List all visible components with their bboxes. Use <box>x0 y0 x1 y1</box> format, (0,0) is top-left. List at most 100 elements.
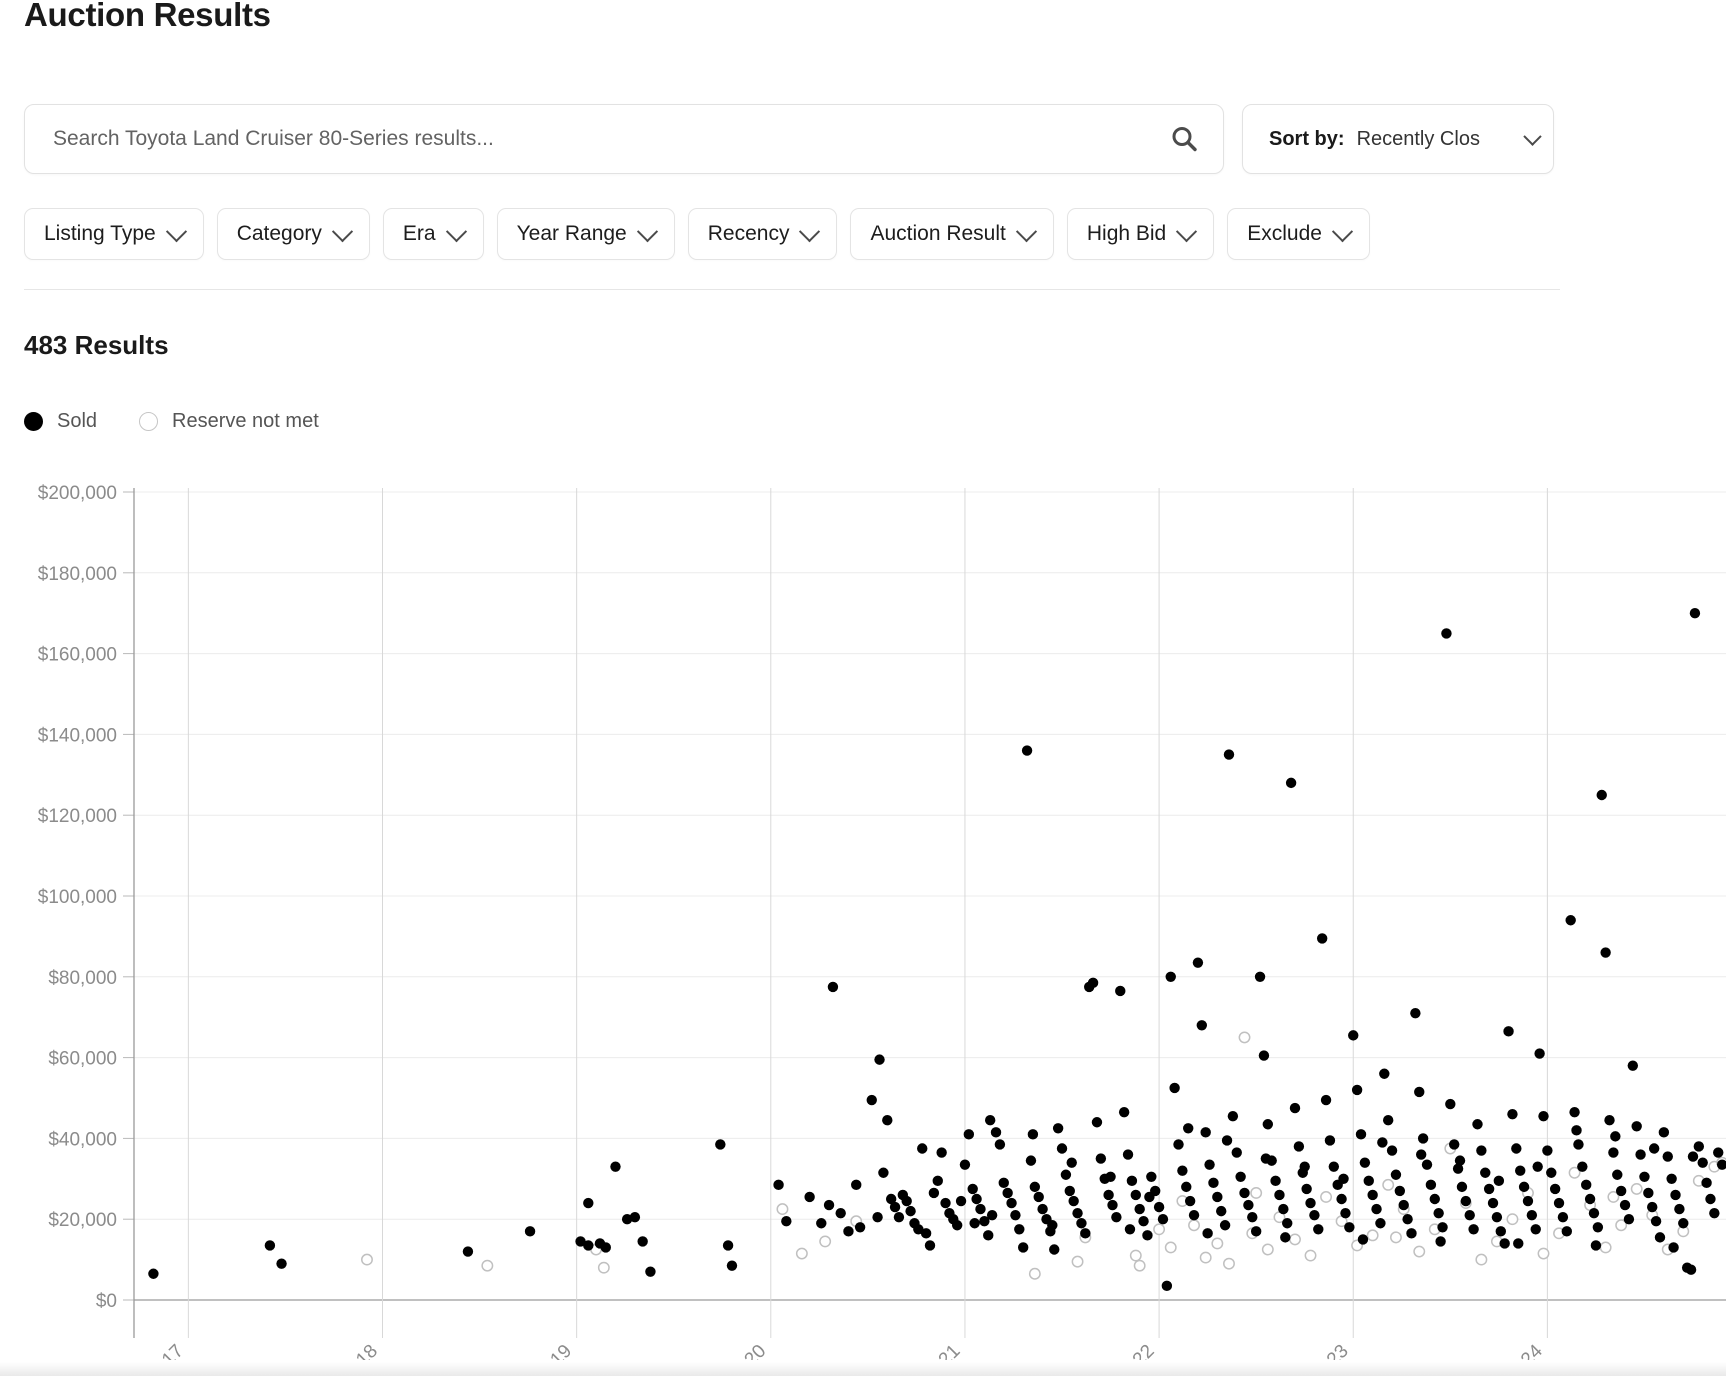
data-point <box>1697 1157 1708 1168</box>
data-point <box>1534 1048 1545 1059</box>
filter-label: Recency <box>707 222 790 245</box>
search-sort-row: Sort by: Recently Clos <box>24 104 1554 174</box>
search-icon[interactable] <box>1167 122 1201 156</box>
data-point <box>851 1179 862 1191</box>
chevron-down-icon <box>165 220 187 242</box>
auction-results-scatter-chart[interactable]: $0 $20,000 $40,000 $60,000 $80,000 $100,000 $1… <box>0 470 1726 1376</box>
data-point <box>1344 1222 1355 1233</box>
data-point <box>1654 1232 1666 1243</box>
data-point <box>1666 1173 1677 1184</box>
data-point <box>1130 1189 1141 1201</box>
data-point <box>823 1199 835 1211</box>
filter-category[interactable]: Category <box>216 208 370 260</box>
data-point <box>1487 1197 1499 1209</box>
data-point <box>1468 1224 1479 1235</box>
data-point <box>1631 1121 1642 1132</box>
data-point <box>1239 1187 1250 1199</box>
data-point <box>1569 1106 1580 1118</box>
data-point <box>583 1197 594 1209</box>
data-point <box>1017 1242 1029 1253</box>
data-point <box>1648 1143 1660 1154</box>
data-point <box>816 1218 827 1229</box>
data-point <box>583 1240 594 1251</box>
data-point <box>1105 1171 1116 1182</box>
data-point <box>1491 1211 1503 1223</box>
data-point <box>936 1147 947 1158</box>
filter-era[interactable]: Era <box>382 208 484 260</box>
filter-recency[interactable]: Recency <box>687 208 838 260</box>
data-point <box>998 1177 1009 1189</box>
data-point <box>773 1179 784 1191</box>
data-point <box>1435 1236 1446 1247</box>
x-axis-tick-label: 1/2020 <box>714 1341 770 1360</box>
data-point <box>1363 1175 1374 1187</box>
data-point <box>1006 1197 1017 1209</box>
filter-high-bid[interactable]: High Bid <box>1066 208 1215 260</box>
data-point <box>1506 1213 1519 1226</box>
data-point <box>1647 1201 1658 1213</box>
data-point <box>1227 1110 1239 1122</box>
data-point <box>1173 1139 1184 1150</box>
data-point <box>1577 1161 1588 1172</box>
data-point <box>1357 1234 1369 1245</box>
data-point <box>1713 1147 1724 1158</box>
data-point <box>1299 1161 1310 1172</box>
data-point <box>1366 1229 1379 1242</box>
data-point <box>1410 1007 1421 1019</box>
chart-legend: Sold Reserve not met <box>24 410 319 433</box>
data-point <box>1072 1207 1083 1219</box>
data-point <box>1483 1183 1495 1195</box>
chevron-down-icon <box>1176 220 1198 242</box>
data-point <box>1689 608 1701 619</box>
data-point <box>905 1205 916 1217</box>
sort-by-dropdown[interactable]: Sort by: Recently Clos <box>1242 104 1554 174</box>
legend-item-reserve-not-met[interactable]: Reserve not met <box>139 410 319 433</box>
data-point <box>1211 1237 1224 1250</box>
data-point <box>1464 1209 1475 1221</box>
data-point <box>1080 1228 1091 1239</box>
data-point <box>645 1266 656 1277</box>
data-point <box>1278 1203 1289 1215</box>
data-point <box>1304 1249 1317 1262</box>
data-point <box>1584 1193 1596 1205</box>
sort-by-value: Recently Clos <box>1356 127 1480 150</box>
data-point <box>524 1226 536 1237</box>
data-point <box>1437 1222 1448 1233</box>
data-point <box>1630 1182 1643 1195</box>
data-point <box>1592 1222 1604 1233</box>
filter-year-range[interactable]: Year Range <box>496 208 675 260</box>
data-point <box>1014 1224 1025 1235</box>
y-axis-tick-label: $200,000 <box>38 483 117 504</box>
data-point <box>1021 745 1033 756</box>
data-point <box>1153 1201 1165 1213</box>
data-point <box>1608 1147 1619 1158</box>
data-point <box>951 1220 963 1231</box>
filter-auction-result[interactable]: Auction Result <box>850 208 1054 260</box>
data-point <box>597 1261 610 1274</box>
data-point <box>1212 1191 1223 1203</box>
data-point <box>1200 1127 1211 1138</box>
filter-listing-type[interactable]: Listing Type <box>24 208 204 260</box>
legend-item-sold[interactable]: Sold <box>24 410 97 433</box>
horizontal-scrollbar[interactable] <box>0 1362 1726 1376</box>
data-point <box>1441 628 1452 639</box>
data-point <box>1107 1199 1118 1211</box>
data-point <box>1456 1181 1468 1193</box>
search-input[interactable] <box>51 126 1167 152</box>
data-point <box>1596 789 1607 801</box>
data-point <box>722 1240 734 1251</box>
data-point <box>1238 1031 1251 1044</box>
filter-exclude[interactable]: Exclude <box>1227 208 1370 260</box>
data-point <box>1221 1135 1233 1146</box>
filled-circle-icon <box>24 412 43 431</box>
data-point <box>901 1195 912 1207</box>
search-box[interactable] <box>24 104 1224 174</box>
data-point <box>1493 1175 1505 1187</box>
data-point <box>1678 1218 1689 1229</box>
data-point <box>637 1236 648 1247</box>
data-point <box>959 1159 971 1170</box>
data-point <box>872 1211 883 1223</box>
data-point <box>1530 1224 1541 1235</box>
data-point <box>1565 915 1576 926</box>
data-point <box>1406 1228 1417 1239</box>
